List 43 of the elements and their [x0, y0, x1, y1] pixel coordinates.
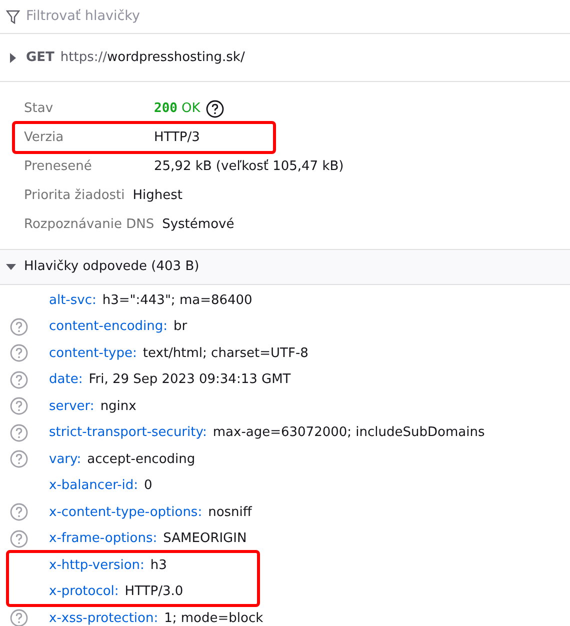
header-value: nosniff — [208, 504, 252, 522]
summary-label: Verzia — [24, 128, 65, 147]
header-value: HTTP/3.0 — [124, 583, 184, 601]
header-name: x-balancer-id: — [49, 477, 138, 495]
header-value: accept-encoding — [87, 450, 196, 468]
header-name: x-frame-options: — [49, 530, 158, 548]
twisty-icon[interactable] — [6, 262, 16, 272]
header-value: Fri, 29 Sep 2023 09:34:13 GMT — [88, 371, 291, 389]
header-name: date: — [49, 371, 83, 389]
header-name: x-xss-protection: — [49, 610, 158, 626]
header-value: h3=":443"; ma=86400 — [102, 292, 252, 310]
header-value: br — [174, 318, 188, 336]
header-name: content-type: — [49, 344, 137, 362]
filter-field[interactable]: Filtrovať hlavičky — [24, 5, 324, 28]
header-value: 0 — [144, 477, 152, 495]
header-value: text/html; charset=UTF-8 — [142, 344, 308, 362]
header-name: x-http-version: — [49, 556, 144, 574]
summary-label: Rozpoznávanie DNS — [24, 216, 154, 234]
header-name: vary: — [49, 450, 82, 468]
header-value: 1; mode=block — [164, 610, 264, 626]
header-value: h3 — [150, 556, 167, 574]
twisty-icon[interactable] — [8, 52, 18, 62]
header-value: SAMEORIGIN — [163, 530, 247, 548]
request-line[interactable]: GET https://wordpresshosting.sk/ — [26, 48, 245, 68]
header-name: x-content-type-options: — [49, 504, 202, 522]
filter-icon — [6, 10, 20, 24]
header-name: alt-svc: — [49, 292, 96, 310]
header-value: max-age=63072000; includeSubDomains — [212, 424, 485, 442]
summary-value: Systémové — [162, 216, 234, 234]
summary-label: Priorita žiadosti — [24, 186, 125, 205]
status-value: 200 OK — [154, 100, 202, 118]
summary-label: Prenesené — [24, 158, 93, 176]
summary-label: Stav — [24, 100, 54, 118]
summary-value: Highest — [132, 186, 183, 205]
header-value: nginx — [100, 398, 136, 416]
help-icon[interactable] — [206, 100, 224, 118]
summary-value: HTTP/3 — [154, 128, 200, 147]
header-name: content-encoding: — [49, 318, 168, 336]
section-title[interactable]: Hlavičky odpovede (403 B) — [24, 257, 200, 277]
summary-value: 25,92 kB (veľkosť 105,47 kB) — [154, 158, 344, 176]
header-name: x-protocol: — [49, 583, 119, 601]
header-name: strict-transport-security: — [49, 424, 207, 442]
header-name: server: — [49, 398, 94, 416]
